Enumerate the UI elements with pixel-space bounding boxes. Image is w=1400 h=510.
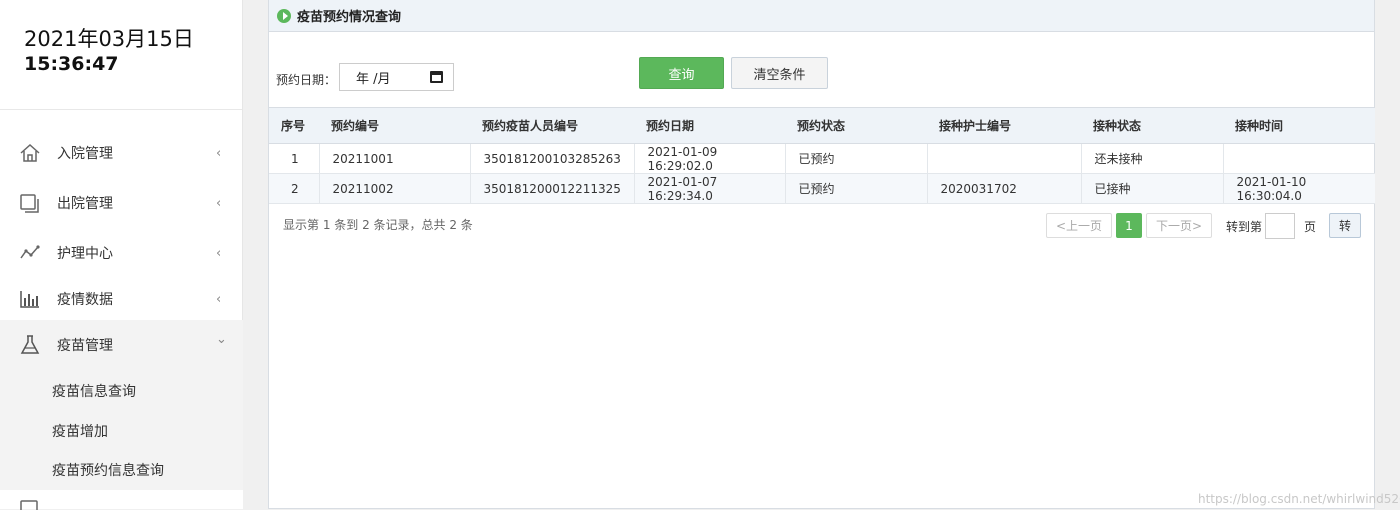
clear-button[interactable]: 清空条件: [731, 57, 828, 89]
cell-vaccination-time: [1223, 144, 1375, 174]
sidebar-item-discharge[interactable]: 出院管理 ‹: [0, 183, 243, 223]
main-panel: 疫苗预约情况查询 预约日期： 年 /月 查询 清空条件 序号 预约编号 预约疫苗…: [268, 0, 1375, 509]
sidebar-item-label: 出院管理: [57, 196, 113, 212]
sidebar: 2021年03月15日 15:36:47 入院管理 ‹ 出院管理 ‹ 护理中心 …: [0, 0, 243, 510]
sidebar-item-label: 疫情数据: [57, 292, 113, 308]
appointment-table: 序号 预约编号 预约疫苗人员编号 预约日期 预约状态 接种护士编号 接种状态 接…: [269, 107, 1375, 204]
sidebar-item-nursing[interactable]: 护理中心 ‹: [0, 233, 243, 273]
chevron-left-icon: ‹: [216, 195, 222, 211]
calendar-icon[interactable]: [430, 71, 443, 83]
chevron-down-icon: ⌄: [216, 332, 227, 347]
sidebar-item-vaccine[interactable]: 疫苗管理 ⌄: [0, 320, 243, 370]
cell-vaccination-status: 已接种: [1081, 173, 1224, 204]
column-header[interactable]: 预约状态: [785, 107, 927, 144]
cell-nurse-id: 2020031702: [927, 173, 1082, 204]
sidebar-item-epidemic-data[interactable]: 疫情数据 ‹: [0, 279, 243, 319]
cell-person-id: 350181200103285263: [470, 143, 635, 174]
goto-label: 转到第: [1226, 220, 1263, 234]
search-bar: 预约日期： 年 /月 查询 清空条件: [269, 32, 1374, 108]
page-unit-label: 页: [1304, 220, 1317, 234]
column-header[interactable]: 接种护士编号: [927, 107, 1081, 144]
search-button[interactable]: 查询: [639, 57, 724, 89]
cell-appointment-id: 20211001: [319, 143, 471, 174]
goto-button[interactable]: 转: [1329, 213, 1361, 238]
cell-index: 2: [269, 173, 320, 204]
submenu-item-vaccine-appointment[interactable]: 疫苗预约信息查询: [52, 460, 164, 480]
goto-page-input[interactable]: [1265, 213, 1295, 239]
cell-status: 已预约: [785, 143, 928, 174]
page-1-button[interactable]: 1: [1116, 213, 1142, 238]
cell-status: 已预约: [785, 173, 928, 204]
clock: 2021年03月15日 15:36:47: [0, 0, 242, 110]
cell-index: 1: [269, 143, 320, 174]
cell-date: 2021-01-09 16:29:02.0: [634, 143, 786, 174]
next-page-button[interactable]: 下一页>: [1146, 213, 1212, 238]
panel-title: 疫苗预约情况查询: [297, 10, 402, 25]
column-header[interactable]: 接种时间: [1223, 107, 1375, 144]
cell-vaccination-time: 2021-01-10 16:30:04.0: [1236, 174, 1307, 203]
column-header[interactable]: 接种状态: [1081, 107, 1223, 144]
line-chart-icon: [18, 241, 42, 265]
cell-date: 2021-01-07 16:29:34.0: [634, 173, 786, 204]
submenu-item-vaccine-info[interactable]: 疫苗信息查询: [52, 381, 136, 401]
panel-header: 疫苗预约情况查询: [269, 0, 1374, 32]
play-icon: [277, 8, 291, 23]
cell-appointment-id: 20211002: [319, 173, 471, 204]
table-row[interactable]: 1 20211001 350181200103285263 2021-01-09…: [269, 143, 1375, 174]
cell-vaccination-status: 还未接种: [1081, 143, 1224, 174]
sidebar-item-admission[interactable]: 入院管理 ‹: [0, 133, 243, 173]
prev-page-button[interactable]: <上一页: [1046, 213, 1112, 238]
cell-nurse-id: [927, 143, 1082, 174]
column-header[interactable]: 预约日期: [634, 107, 785, 144]
chevron-left-icon: ‹: [216, 245, 222, 261]
submenu-item-vaccine-add[interactable]: 疫苗增加: [52, 421, 108, 441]
table-header-row: 序号 预约编号 预约疫苗人员编号 预约日期 预约状态 接种护士编号 接种状态 接…: [269, 107, 1375, 144]
vaccine-submenu: 疫苗信息查询 疫苗增加 疫苗预约信息查询: [0, 370, 243, 490]
date-placeholder: 年 /月: [356, 71, 391, 87]
chevron-left-icon: ‹: [216, 145, 222, 161]
bar-chart-icon: [18, 287, 42, 311]
chevron-left-icon: ‹: [216, 291, 222, 307]
flask-icon: [18, 333, 42, 357]
sidebar-item-label: 入院管理: [57, 146, 113, 162]
sidebar-next-item[interactable]: [0, 490, 243, 510]
cell-person-id: 350181200012211325: [470, 173, 635, 204]
column-header[interactable]: 序号: [269, 107, 319, 144]
home-icon: [18, 141, 42, 165]
table-row[interactable]: 2 20211002 350181200012211325 2021-01-07…: [269, 173, 1375, 204]
watermark: https://blog.csdn.net/whirlwind526: [1198, 492, 1400, 506]
date-input[interactable]: 年 /月: [339, 63, 454, 91]
sidebar-item-label: 疫苗管理: [57, 338, 113, 354]
sidebar-item-label: 护理中心: [57, 246, 113, 262]
pagination-info: 显示第 1 条到 2 条记录，总共 2 条: [283, 218, 473, 232]
column-header[interactable]: 预约疫苗人员编号: [470, 107, 634, 144]
clock-date: 2021年03月15日: [24, 27, 194, 51]
documents-icon: [18, 191, 42, 215]
date-label: 预约日期：: [276, 73, 337, 87]
clock-time: 15:36:47: [24, 53, 119, 75]
column-header[interactable]: 预约编号: [319, 107, 470, 144]
